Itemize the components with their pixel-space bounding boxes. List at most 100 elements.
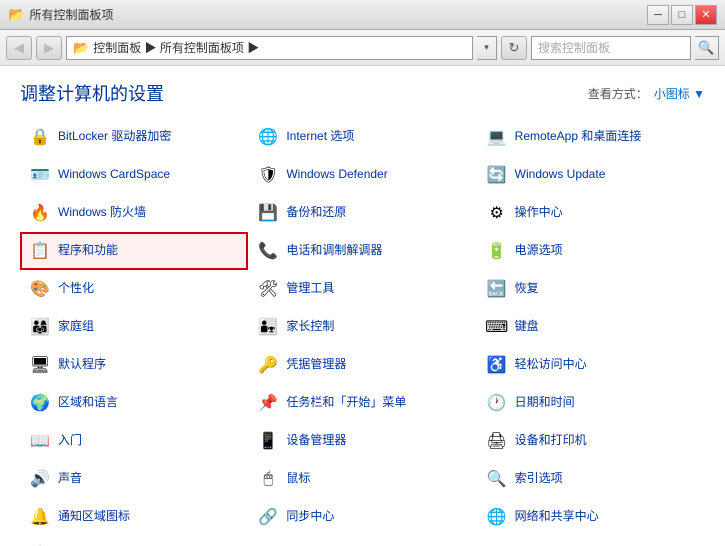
list-item[interactable]: 🎨 个性化 bbox=[20, 270, 248, 308]
item-icon: 📞 bbox=[256, 239, 280, 263]
list-item[interactable]: 🔋电源选项 bbox=[477, 232, 705, 270]
list-item[interactable]: 🕐 日期和时间 bbox=[477, 384, 705, 422]
list-item[interactable]: 🖥默认程序 bbox=[20, 346, 248, 384]
forward-button[interactable]: ▶ bbox=[36, 36, 62, 60]
list-item[interactable]: 🪪Windows CardSpace bbox=[20, 156, 248, 194]
address-bar[interactable]: 📂 控制面板 ▶ 所有控制面板项 ▶ bbox=[66, 36, 473, 60]
addressbar: ◀ ▶ 📂 控制面板 ▶ 所有控制面板项 ▶ ▾ ↻ 搜索控制面板 🔍 bbox=[0, 30, 725, 66]
list-item[interactable]: 🌐网络和共享中心 bbox=[477, 498, 705, 536]
item-icon: 🎨 bbox=[28, 277, 52, 301]
list-item[interactable]: 📖入门 bbox=[20, 422, 248, 460]
item-label: 轻松访问中心 bbox=[515, 357, 587, 373]
item-label: 鼠标 bbox=[286, 471, 310, 487]
list-item[interactable]: 🌐 Internet 选项 bbox=[248, 118, 476, 156]
search-input[interactable]: 搜索控制面板 bbox=[531, 36, 691, 60]
item-icon: 🔑 bbox=[256, 353, 280, 377]
list-item[interactable]: 💾 备份和还原 bbox=[248, 194, 476, 232]
item-icon: 🔒 bbox=[28, 125, 52, 149]
item-label: 凭据管理器 bbox=[286, 357, 346, 373]
list-item[interactable]: 🔥Windows 防火墙 bbox=[20, 194, 248, 232]
item-label: 设备管理器 bbox=[286, 433, 346, 449]
item-label: 声音 bbox=[58, 471, 82, 487]
list-item[interactable]: 🛠 管理工具 bbox=[248, 270, 476, 308]
list-item[interactable]: 💻RemoteApp 和桌面连接 bbox=[477, 118, 705, 156]
item-label: RemoteApp 和桌面连接 bbox=[515, 129, 642, 145]
minimize-button[interactable]: ─ bbox=[647, 5, 669, 25]
item-label: 家长控制 bbox=[286, 319, 334, 335]
item-label: BitLocker 驱动器加密 bbox=[58, 129, 171, 145]
back-button[interactable]: ◀ bbox=[6, 36, 32, 60]
item-icon: 🌐 bbox=[485, 505, 509, 529]
item-label: Internet 选项 bbox=[286, 129, 354, 145]
item-label: 区域和语言 bbox=[58, 395, 118, 411]
item-icon: 🌍 bbox=[28, 391, 52, 415]
item-icon: 🖱 bbox=[256, 467, 280, 491]
folder-icon: 📂 bbox=[73, 40, 89, 56]
titlebar-controls: ─ □ ✕ bbox=[647, 5, 717, 25]
address-dropdown[interactable]: ▾ bbox=[477, 36, 497, 60]
item-label: 通知区域图标 bbox=[58, 509, 130, 525]
list-item[interactable]: 📞 电话和调制解调器 bbox=[248, 232, 476, 270]
list-item[interactable]: 👨‍👩‍👧 家庭组 bbox=[20, 308, 248, 346]
item-icon: 🖨 bbox=[485, 429, 509, 453]
item-icon: 🛡 bbox=[256, 163, 280, 187]
list-item[interactable]: 🔊声音 bbox=[20, 460, 248, 498]
list-item[interactable]: 🛡Windows Defender bbox=[248, 156, 476, 194]
item-icon: 🔥 bbox=[28, 201, 52, 225]
list-item[interactable]: 🖱 鼠标 bbox=[248, 460, 476, 498]
item-label: 个性化 bbox=[58, 281, 94, 297]
list-item[interactable]: 🔙恢复 bbox=[477, 270, 705, 308]
titlebar-icon: 📂 bbox=[8, 6, 25, 23]
item-label: 电话和调制解调器 bbox=[286, 243, 382, 259]
list-item[interactable]: 📌 任务栏和「开始」菜单 bbox=[248, 384, 476, 422]
item-icon: 🪪 bbox=[28, 163, 52, 187]
item-label: 备份和还原 bbox=[286, 205, 346, 221]
item-icon: 🔋 bbox=[485, 239, 509, 263]
item-label: Windows Update bbox=[515, 167, 606, 183]
list-item[interactable]: 🔔通知区域图标 bbox=[20, 498, 248, 536]
view-label: 查看方式： bbox=[588, 85, 648, 102]
close-button[interactable]: ✕ bbox=[695, 5, 717, 25]
item-icon: 📋 bbox=[28, 239, 52, 263]
items-grid: 🔒 BitLocker 驱动器加密 🌐 Internet 选项 💻RemoteApp 和… bbox=[0, 114, 725, 546]
view-selector[interactable]: 小图标 ▼ bbox=[654, 85, 705, 102]
list-item[interactable]: 📋程序和功能 bbox=[20, 232, 248, 270]
list-item[interactable]: 📍位置和其他传感器 bbox=[20, 536, 248, 546]
item-icon: 🔍 bbox=[485, 467, 509, 491]
item-icon: 🔙 bbox=[485, 277, 509, 301]
item-icon: 🕐 bbox=[485, 391, 509, 415]
search-button[interactable]: 🔍 bbox=[695, 36, 719, 60]
list-item[interactable]: ♿ 轻松访问中心 bbox=[477, 346, 705, 384]
item-label: 家庭组 bbox=[58, 319, 94, 335]
search-icon: 🔍 bbox=[698, 40, 714, 56]
item-label: 管理工具 bbox=[286, 281, 334, 297]
refresh-button[interactable]: ↻ bbox=[501, 36, 527, 60]
item-icon: 👨‍👩‍👧 bbox=[28, 315, 52, 339]
item-icon: 🛠 bbox=[256, 277, 280, 301]
list-item[interactable]: 📁文件夹选项 bbox=[248, 536, 476, 546]
view-control: 查看方式： 小图标 ▼ bbox=[588, 85, 705, 102]
item-label: 日期和时间 bbox=[515, 395, 575, 411]
item-label: 任务栏和「开始」菜单 bbox=[286, 395, 406, 411]
list-item[interactable]: 🔒 BitLocker 驱动器加密 bbox=[20, 118, 248, 156]
item-icon: 🌐 bbox=[256, 125, 280, 149]
list-item[interactable]: 🌍 区域和语言 bbox=[20, 384, 248, 422]
list-item[interactable]: 👨‍👧家长控制 bbox=[248, 308, 476, 346]
list-item[interactable]: 💻系统 bbox=[477, 536, 705, 546]
list-item[interactable]: 📱设备管理器 bbox=[248, 422, 476, 460]
list-item[interactable]: 🔄 Windows Update bbox=[477, 156, 705, 194]
list-item[interactable]: ⚙操作中心 bbox=[477, 194, 705, 232]
list-item[interactable]: 🔗同步中心 bbox=[248, 498, 476, 536]
item-icon: 🔄 bbox=[485, 163, 509, 187]
item-icon: ♿ bbox=[485, 353, 509, 377]
item-icon: 📌 bbox=[256, 391, 280, 415]
address-text: 控制面板 ▶ 所有控制面板项 ▶ bbox=[93, 39, 259, 56]
list-item[interactable]: 🔍 索引选项 bbox=[477, 460, 705, 498]
item-icon: 💾 bbox=[256, 201, 280, 225]
item-label: 默认程序 bbox=[58, 357, 106, 373]
maximize-button[interactable]: □ bbox=[671, 5, 693, 25]
list-item[interactable]: 🔑 凭据管理器 bbox=[248, 346, 476, 384]
list-item[interactable]: 🖨设备和打印机 bbox=[477, 422, 705, 460]
item-label: 索引选项 bbox=[515, 471, 563, 487]
list-item[interactable]: ⌨键盘 bbox=[477, 308, 705, 346]
